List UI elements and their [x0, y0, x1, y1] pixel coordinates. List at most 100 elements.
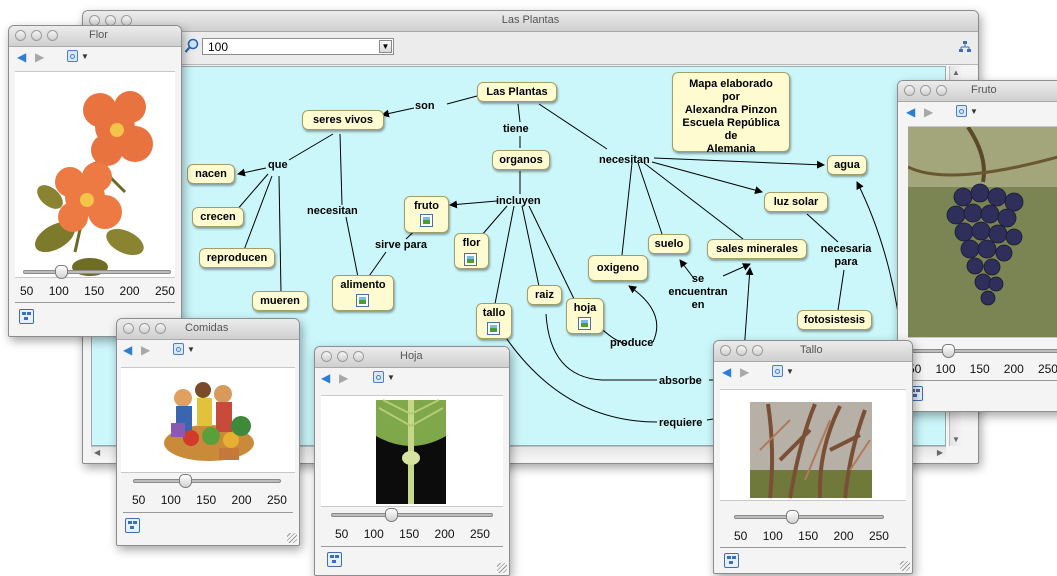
scroll-down-arrow-icon[interactable]: ▼ [952, 435, 960, 444]
close-window-button[interactable] [720, 345, 731, 356]
zoom-window-button[interactable] [47, 30, 58, 41]
zoom-magnifier-icon[interactable] [184, 38, 200, 54]
zoom-slider-thumb[interactable] [179, 474, 192, 488]
main-titlebar[interactable]: Las Plantas [83, 11, 978, 32]
concept-node-fotosistesis[interactable]: fotosistesis [797, 310, 872, 330]
minimize-window-button[interactable] [31, 30, 42, 41]
scroll-left-arrow-icon[interactable]: ◀ [94, 448, 100, 457]
picture-menu-icon[interactable] [956, 105, 967, 117]
link-label-se-encuentran-en[interactable]: se encuentran en [665, 273, 731, 312]
link-label-tiene[interactable]: tiene [503, 123, 529, 136]
back-arrow-icon[interactable]: ◀ [906, 105, 915, 119]
map-view-icon[interactable] [724, 553, 739, 568]
link-label-incluyen[interactable]: incluyen [496, 195, 541, 208]
flor-titlebar[interactable]: Flor [9, 26, 181, 47]
forward-arrow-icon[interactable]: ▶ [339, 371, 348, 385]
comidas-titlebar[interactable]: Comidas [117, 319, 299, 340]
hierarchy-view-icon[interactable] [958, 40, 972, 54]
fruto-titlebar[interactable]: Fruto [898, 81, 1057, 102]
map-view-icon[interactable] [327, 552, 342, 567]
chevron-down-icon[interactable]: ▼ [786, 367, 794, 376]
zoom-slider-track[interactable] [23, 270, 171, 274]
zoom-window-button[interactable] [752, 345, 763, 356]
concept-node-mueren[interactable]: mueren [252, 291, 308, 311]
zoom-slider-track[interactable] [734, 515, 884, 519]
resource-image-icon[interactable] [487, 322, 500, 335]
link-label-requiere[interactable]: requiere [659, 417, 702, 430]
resource-image-icon[interactable] [356, 294, 369, 307]
picture-menu-icon[interactable] [373, 371, 384, 383]
zoom-slider-track[interactable] [133, 479, 281, 483]
close-window-button[interactable] [123, 323, 134, 334]
link-label-produce[interactable]: produce [610, 337, 653, 350]
zoom-slider-track[interactable] [912, 349, 1057, 353]
close-window-button[interactable] [904, 85, 915, 96]
scroll-right-arrow-icon[interactable]: ▶ [937, 448, 943, 457]
zoom-select[interactable]: 100 ▼ [202, 38, 394, 55]
minimize-window-button[interactable] [920, 85, 931, 96]
zoom-slider-thumb[interactable] [942, 344, 955, 358]
zoom-slider-track[interactable] [331, 513, 493, 517]
resource-image-icon[interactable] [464, 253, 477, 266]
concept-node-reproducen[interactable]: reproducen [199, 248, 275, 268]
resize-grip-icon[interactable] [287, 533, 297, 543]
zoom-tick-label: 250 [1037, 362, 1057, 376]
minimize-window-button[interactable] [337, 351, 348, 362]
concept-node-las-plantas[interactable]: Las Plantas [477, 82, 557, 102]
zoom-slider-thumb[interactable] [55, 265, 68, 279]
concept-node-raiz[interactable]: raiz [527, 285, 562, 305]
close-window-button[interactable] [15, 30, 26, 41]
back-arrow-icon[interactable]: ◀ [17, 50, 26, 64]
window-controls [321, 351, 364, 362]
hoja-titlebar[interactable]: Hoja [315, 347, 509, 368]
resize-grip-icon[interactable] [497, 563, 507, 573]
map-view-icon[interactable] [19, 309, 34, 324]
zoom-slider-thumb[interactable] [385, 508, 398, 522]
link-label-que[interactable]: que [268, 159, 288, 172]
concept-node-organos[interactable]: organos [492, 150, 550, 170]
close-window-button[interactable] [321, 351, 332, 362]
link-label-absorbe[interactable]: absorbe [659, 375, 702, 388]
zoom-window-button[interactable] [155, 323, 166, 334]
minimize-window-button[interactable] [139, 323, 150, 334]
link-label-necesitan[interactable]: necesitan [307, 205, 358, 218]
concept-node-suelo[interactable]: suelo [648, 234, 690, 254]
concept-node-agua[interactable]: agua [827, 155, 867, 175]
zoom-slider-thumb[interactable] [786, 510, 799, 524]
forward-arrow-icon[interactable]: ▶ [35, 50, 44, 64]
forward-arrow-icon[interactable]: ▶ [924, 105, 933, 119]
picture-menu-icon[interactable] [67, 50, 78, 62]
picture-menu-icon[interactable] [772, 365, 783, 377]
back-arrow-icon[interactable]: ◀ [123, 343, 132, 357]
concept-node-seres-vivos[interactable]: seres vivos [302, 110, 384, 130]
zoom-window-button[interactable] [936, 85, 947, 96]
link-label-necesaria-para[interactable]: necesaria para [816, 243, 876, 269]
author-note[interactable]: Mapa elaborado por Alexandra Pinzon Escu… [672, 72, 790, 155]
concept-node-sales-minerales[interactable]: sales minerales [707, 239, 807, 259]
back-arrow-icon[interactable]: ◀ [722, 365, 731, 379]
dropdown-arrow-icon[interactable]: ▼ [379, 40, 392, 53]
back-arrow-icon[interactable]: ◀ [321, 371, 330, 385]
resize-grip-icon[interactable] [900, 561, 910, 571]
resource-image-icon[interactable] [420, 214, 433, 227]
concept-node-oxigeno[interactable]: oxigeno [588, 255, 648, 281]
picture-menu-icon[interactable] [173, 343, 184, 355]
chevron-down-icon[interactable]: ▼ [970, 107, 978, 116]
link-label-son[interactable]: son [415, 100, 435, 113]
tallo-titlebar[interactable]: Tallo [714, 341, 912, 362]
concept-node-nacen[interactable]: nacen [187, 164, 235, 184]
chevron-down-icon[interactable]: ▼ [81, 52, 89, 61]
chevron-down-icon[interactable]: ▼ [387, 373, 395, 382]
scroll-up-arrow-icon[interactable]: ▲ [952, 68, 960, 77]
link-label-necesitan[interactable]: necesitan [599, 154, 650, 167]
resource-image-icon[interactable] [578, 317, 591, 330]
concept-node-crecen[interactable]: crecen [192, 207, 244, 227]
concept-node-luz-solar[interactable]: luz solar [764, 192, 828, 212]
map-view-icon[interactable] [125, 518, 140, 533]
chevron-down-icon[interactable]: ▼ [187, 345, 195, 354]
minimize-window-button[interactable] [736, 345, 747, 356]
zoom-window-button[interactable] [353, 351, 364, 362]
forward-arrow-icon[interactable]: ▶ [740, 365, 749, 379]
link-label-sirve-para[interactable]: sirve para [375, 239, 427, 252]
forward-arrow-icon[interactable]: ▶ [141, 343, 150, 357]
